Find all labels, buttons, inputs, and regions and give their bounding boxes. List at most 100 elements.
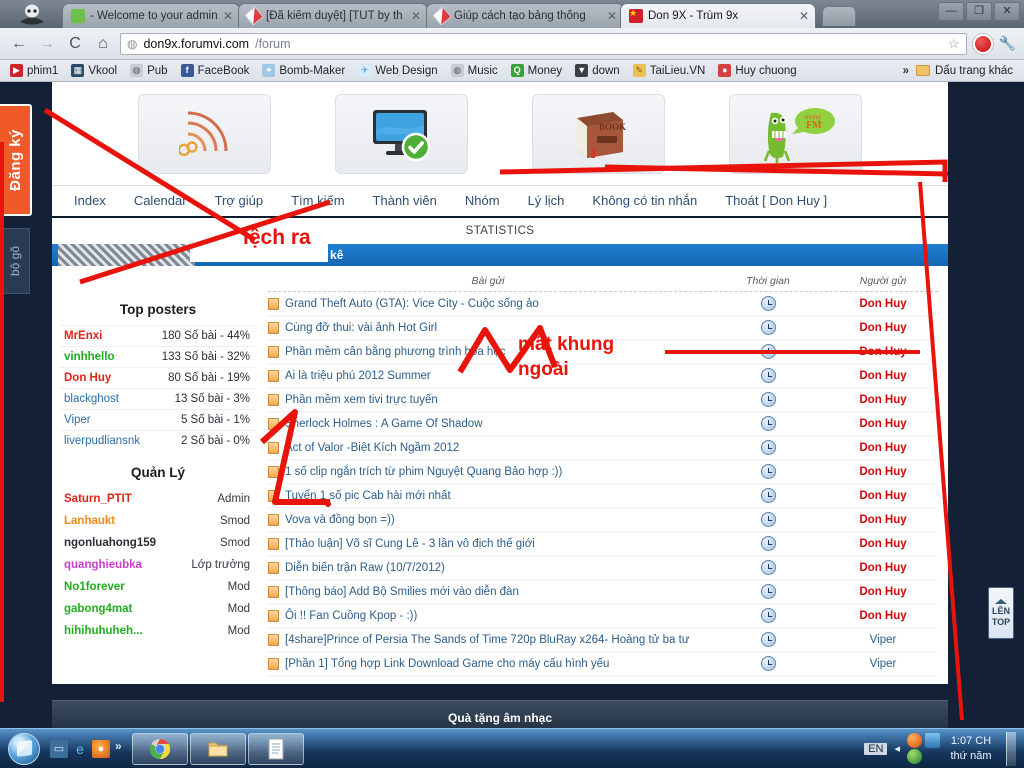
topic-row[interactable]: [Thảo luận] Võ sĩ Cung Lê - 3 lần vô địc…: [268, 532, 938, 556]
poster-name[interactable]: Don Huy: [64, 372, 111, 384]
topic-title-link[interactable]: [Thảo luận] Võ sĩ Cung Lê - 3 lần vô địc…: [285, 538, 535, 550]
tray-expand-chevron-icon[interactable]: ◂: [894, 742, 900, 755]
topic-row[interactable]: Diễn biến trận Raw (10/7/2012) Don Huy: [268, 556, 938, 580]
topic-author-link[interactable]: Don Huy: [828, 562, 938, 574]
topic-title-link[interactable]: [Thông báo] Add Bộ Smilies mới vào diễn …: [285, 586, 519, 598]
internet-explorer-icon[interactable]: e: [71, 740, 89, 758]
idm-tray-icon[interactable]: [907, 749, 922, 764]
manager-name[interactable]: hihihuhuheh...: [64, 625, 143, 637]
reload-icon[interactable]: C: [64, 33, 86, 55]
tab-close-icon[interactable]: ✕: [799, 9, 809, 23]
topic-row[interactable]: Ôi !! Fan Cuồng Kpop - :)) Don Huy: [268, 604, 938, 628]
nav-link-groups[interactable]: Nhóm: [451, 186, 514, 216]
network-tray-icon[interactable]: [925, 733, 940, 748]
topic-title-link[interactable]: Phần mềm cân bằng phương trình hóa học: [285, 346, 505, 358]
topic-row[interactable]: Phần mềm xem tivi trực tuyến Don Huy: [268, 388, 938, 412]
window-close-button[interactable]: ✕: [994, 2, 1020, 21]
nav-link-help[interactable]: Trợ giúp: [201, 186, 278, 216]
window-maximize-button[interactable]: ❐: [966, 2, 992, 21]
nav-link-calendar[interactable]: Calendar: [120, 186, 201, 216]
topic-author-link[interactable]: Don Huy: [828, 322, 938, 334]
start-button[interactable]: [2, 731, 46, 767]
green-monster-fm-icon[interactable]: shong FM: [729, 93, 862, 174]
bookmark-item[interactable]: ◍ Pub: [125, 63, 172, 78]
bookmark-item[interactable]: ▶ phim1: [5, 63, 63, 78]
topic-title-link[interactable]: Diễn biến trận Raw (10/7/2012): [285, 562, 445, 574]
manager-name[interactable]: ngonluahong159: [64, 537, 156, 549]
bookmark-item[interactable]: Q Money: [506, 63, 568, 78]
topic-row[interactable]: [Phần 1] Tổng hợp Link Download Game cho…: [268, 652, 938, 676]
monitor-check-icon[interactable]: [335, 93, 468, 174]
topic-title-link[interactable]: Sherlock Holmes : A Game Of Shadow: [285, 418, 483, 430]
opera-tray-icon[interactable]: [907, 733, 922, 748]
nav-link-members[interactable]: Thành viên: [359, 186, 451, 216]
topic-title-link[interactable]: 1 số clip ngắn trích từ phim Nguyệt Quan…: [285, 466, 562, 478]
tab-close-icon[interactable]: ✕: [607, 9, 617, 23]
browser-tab-2[interactable]: [Đã kiểm duyệt] [TUT by th ✕: [238, 3, 428, 28]
chrome-window-button[interactable]: [131, 732, 188, 765]
manager-name[interactable]: Lanhaukt: [64, 515, 115, 527]
topic-author-link[interactable]: Don Huy: [828, 586, 938, 598]
nav-link-logout[interactable]: Thoát [ Don Huy ]: [711, 186, 841, 216]
manager-name[interactable]: Saturn_PTIT: [64, 493, 132, 505]
show-desktop-button[interactable]: [1006, 731, 1016, 766]
poster-name[interactable]: liverpudliansnk: [64, 435, 140, 447]
bookmark-item[interactable]: ● Huy chuong: [713, 63, 801, 78]
bookmark-item[interactable]: ✈ Web Design: [353, 63, 442, 78]
language-indicator[interactable]: EN: [864, 742, 888, 755]
bookmark-star-icon[interactable]: ☆: [948, 36, 960, 52]
nav-link-index[interactable]: Index: [60, 186, 120, 216]
topic-author-link[interactable]: Don Huy: [828, 610, 938, 622]
topic-row[interactable]: Cùng đỡ thui: vài ảnh Hot Girl Don Huy: [268, 316, 938, 340]
topic-title-link[interactable]: [Phần 1] Tổng hợp Link Download Game cho…: [285, 658, 609, 670]
manager-name[interactable]: gabong4mat: [64, 603, 132, 615]
topic-author-link[interactable]: Don Huy: [828, 490, 938, 502]
topic-row[interactable]: Sherlock Holmes : A Game Of Shadow Don Hu…: [268, 412, 938, 436]
nav-link-messages[interactable]: Không có tin nhắn: [578, 186, 711, 216]
address-bar[interactable]: ◍ don9x.forumvi.com/forum ☆: [120, 32, 967, 55]
quick-launch-overflow-chevron-icon[interactable]: »: [115, 739, 122, 753]
rss-feed-icon[interactable]: [138, 93, 271, 174]
poster-name[interactable]: MrEnxi: [64, 330, 102, 342]
topic-row[interactable]: Act of Valor -Biệt Kích Ngầm 2012 Don Huy: [268, 436, 938, 460]
topic-author-link[interactable]: Don Huy: [828, 370, 938, 382]
topic-row[interactable]: [4share]Prince of Persia The Sands of Ti…: [268, 628, 938, 652]
bookmark-item[interactable]: ◍ Music: [446, 63, 503, 78]
topic-row[interactable]: Vova và đồng bọn =)) Don Huy: [268, 508, 938, 532]
forward-icon[interactable]: →: [36, 33, 58, 55]
topic-title-link[interactable]: Tuyển 1 số pic Cab hài mới nhất: [285, 490, 451, 502]
topic-title-link[interactable]: [4share]Prince of Persia The Sands of Ti…: [285, 634, 690, 646]
topic-title-link[interactable]: Grand Theft Auto (GTA): Vice City - Cuộc…: [285, 298, 539, 310]
poster-name[interactable]: Viper: [64, 414, 91, 426]
topic-row[interactable]: Tuyển 1 số pic Cab hài mới nhất Don Huy: [268, 484, 938, 508]
tab-close-icon[interactable]: ✕: [223, 9, 233, 23]
topic-author-link[interactable]: Don Huy: [828, 418, 938, 430]
topic-author-link[interactable]: Don Huy: [828, 394, 938, 406]
folder-window-button[interactable]: [189, 732, 246, 765]
browser-tab-4-active[interactable]: ★ Don 9X - Trùm 9x ✕: [620, 3, 816, 28]
topic-author-link[interactable]: Viper: [828, 634, 938, 646]
book-icon[interactable]: BOOK: [532, 93, 665, 174]
topic-title-link[interactable]: Phần mềm xem tivi trực tuyến: [285, 394, 438, 406]
new-tab-button[interactable]: [822, 6, 856, 26]
topic-title-link[interactable]: Ôi !! Fan Cuồng Kpop - :)): [285, 610, 417, 622]
manager-name[interactable]: No1forever: [64, 581, 125, 593]
tab-active-members[interactable]: Thành viên tích cực: [58, 244, 196, 266]
topic-title-link[interactable]: Ai là triệu phú 2012 Summer: [285, 370, 431, 382]
back-icon[interactable]: ←: [8, 33, 30, 55]
notepad-window-button[interactable]: [247, 732, 304, 765]
topic-row[interactable]: Ai là triệu phú 2012 Summer Don Huy: [268, 364, 938, 388]
bookmark-item[interactable]: f FaceBook: [176, 63, 255, 78]
topic-author-link[interactable]: Don Huy: [828, 298, 938, 310]
topic-row[interactable]: Phần mềm cân bằng phương trình hóa học Do…: [268, 340, 938, 364]
bookmarks-overflow-chevron-icon[interactable]: »: [903, 65, 913, 77]
bookmark-item[interactable]: ▦ Vkool: [66, 63, 122, 78]
topic-row[interactable]: 1 số clip ngắn trích từ phim Nguyệt Quan…: [268, 460, 938, 484]
other-bookmarks-folder[interactable]: Dấu trang khác: [916, 65, 1019, 77]
home-icon[interactable]: ⌂: [92, 33, 114, 55]
topic-title-link[interactable]: Cùng đỡ thui: vài ảnh Hot Girl: [285, 322, 437, 334]
show-desktop-icon[interactable]: ▭: [50, 739, 68, 758]
manager-name[interactable]: quanghieubka: [64, 559, 142, 571]
bookmark-item[interactable]: ✎ TaiLieu.VN: [628, 63, 711, 78]
scroll-to-top-button[interactable]: LÊN TOP: [988, 587, 1014, 639]
